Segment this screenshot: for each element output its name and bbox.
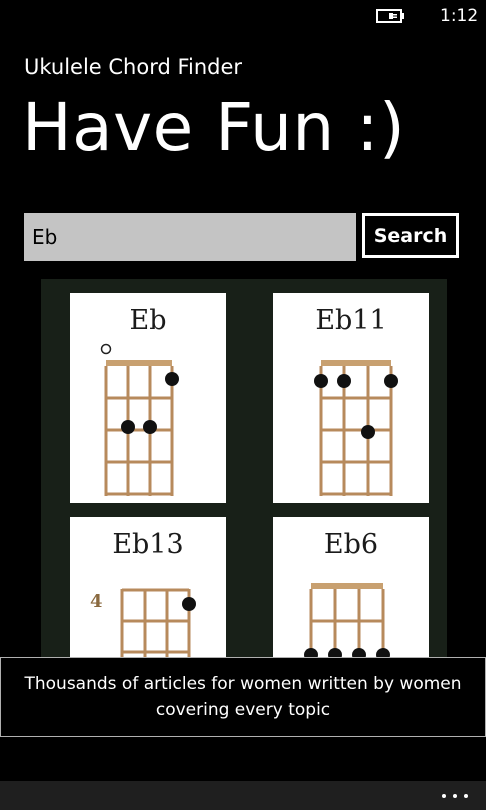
finger-dot	[121, 420, 135, 434]
open-string-marker	[100, 343, 112, 355]
finger-dot	[182, 597, 196, 611]
more-ellipsis-icon[interactable]	[436, 781, 476, 810]
finger-dot	[314, 374, 328, 388]
finger-dot	[165, 372, 179, 386]
status-bar: 1:12	[0, 0, 486, 32]
fretboard	[319, 360, 393, 496]
clock: 1:12	[440, 6, 479, 26]
chord-card-eb11[interactable]: Eb11	[273, 293, 429, 503]
fretboard	[120, 588, 191, 659]
fretboard	[104, 360, 174, 496]
page-title: Have Fun :)	[22, 89, 406, 166]
ad-banner[interactable]: Thousands of articles for women written …	[0, 657, 486, 737]
finger-dot	[361, 425, 375, 439]
chord-card-eb13[interactable]: Eb13 4	[70, 517, 226, 659]
ad-text: Thousands of articles for women written …	[24, 674, 462, 720]
app-bar	[0, 781, 486, 810]
finger-dot	[143, 420, 157, 434]
fret-number: 4	[90, 591, 103, 612]
app-title: Ukulele Chord Finder	[24, 55, 243, 79]
chord-name: Eb6	[323, 529, 379, 560]
chord-name: Eb	[129, 305, 167, 336]
search-button[interactable]: Search	[362, 213, 459, 258]
fretboard	[309, 583, 385, 659]
chord-name: Eb13	[112, 529, 184, 560]
chord-card-eb[interactable]: Eb	[70, 293, 226, 503]
chord-name: Eb11	[315, 305, 387, 336]
chord-results-grid[interactable]: Eb Eb11 Eb13 4 Eb6	[41, 279, 447, 659]
finger-dot	[384, 374, 398, 388]
battery-charging-icon	[376, 9, 404, 23]
search-input[interactable]	[24, 213, 356, 261]
finger-dot	[337, 374, 351, 388]
chord-card-eb6[interactable]: Eb6	[273, 517, 429, 659]
